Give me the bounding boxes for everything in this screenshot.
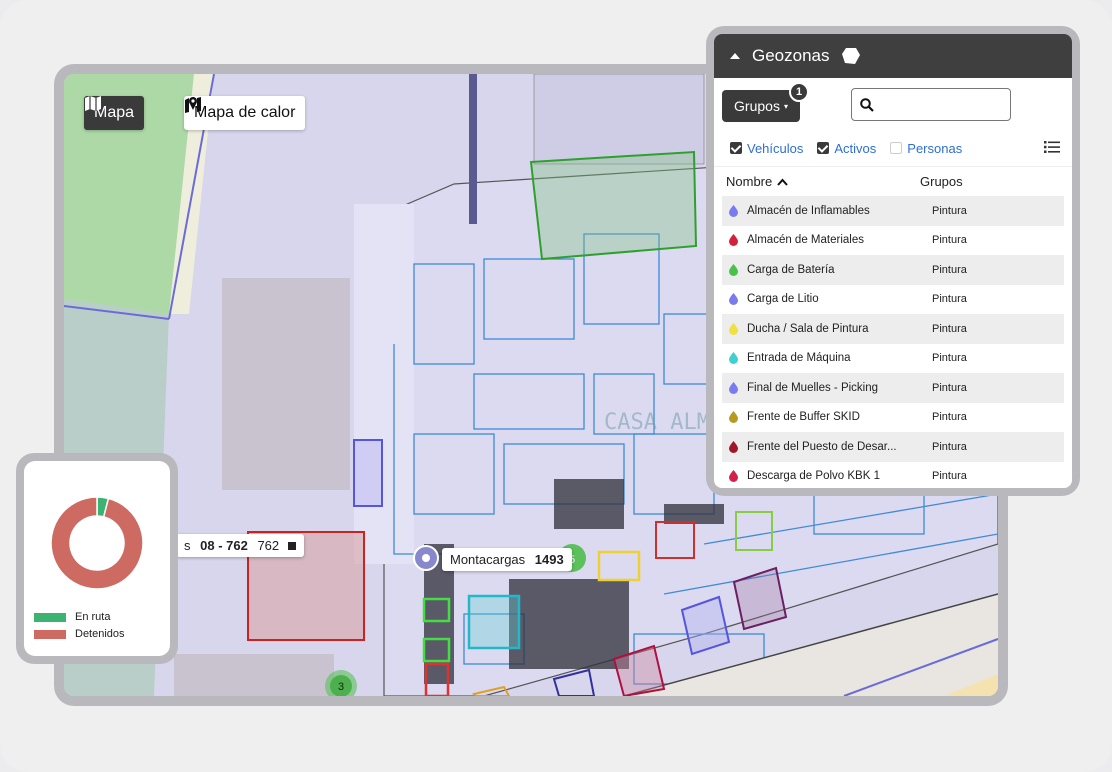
geozonas-window: Geozonas Grupos ▾ 1 Vehículos Activos Pe… xyxy=(706,26,1080,496)
list-view-icon[interactable] xyxy=(1044,140,1060,154)
checkbox-checked-icon[interactable] xyxy=(730,142,742,154)
map-marker-icon xyxy=(185,97,201,113)
cluster-count-3: 3 xyxy=(338,681,344,693)
geozone-drop-icon xyxy=(729,263,738,276)
geozone-drop-icon xyxy=(729,411,738,424)
geozone-group: Pintura xyxy=(932,234,967,247)
geozonas-header[interactable]: Geozonas xyxy=(714,34,1072,78)
geozone-name: Frente de Buffer SKID xyxy=(747,411,860,424)
column-header-nombre[interactable]: Nombre xyxy=(714,174,910,189)
geozone-drop-icon xyxy=(729,322,738,335)
column-header-grupos[interactable]: Grupos xyxy=(910,174,963,189)
legend-swatch-red xyxy=(34,629,66,639)
column-header-label: Grupos xyxy=(920,174,963,189)
geozone-group: Pintura xyxy=(932,263,967,276)
heatmap-view-label: Mapa de calor xyxy=(194,104,296,121)
geozone-drop-icon xyxy=(729,352,738,365)
donut-slice-detenidos[interactable] xyxy=(50,496,144,590)
geozone-group: Pintura xyxy=(932,293,967,306)
geozonas-list: Almacén de Inflamables Pintura Almacén de … xyxy=(714,196,1072,488)
filter-label: Personas xyxy=(907,140,963,156)
vehicle-label-name: 08 - 762 xyxy=(200,538,248,553)
legend-swatch-green xyxy=(34,612,66,622)
vehicle-label-prefix: s xyxy=(184,538,191,553)
collapse-caret-icon[interactable] xyxy=(730,53,740,59)
table-row[interactable]: Carga de Litio Pintura xyxy=(722,285,1064,315)
table-row[interactable]: Frente del Puesto de Desar... Pintura xyxy=(722,432,1064,462)
geozone-name: Almacén de Inflamables xyxy=(747,204,870,217)
geozone-drop-icon xyxy=(729,470,738,483)
geozone-name: Carga de Litio xyxy=(747,293,819,306)
legend-item-en-ruta: En ruta xyxy=(34,611,110,623)
table-row[interactable]: Ducha / Sala de Pintura Pintura xyxy=(722,314,1064,344)
table-row[interactable]: Frente de Buffer SKID Pintura xyxy=(722,403,1064,433)
checkbox-unchecked-icon[interactable] xyxy=(890,142,903,154)
geozone-group: Pintura xyxy=(932,470,967,483)
geozone-group: Pintura xyxy=(932,440,967,453)
geozone-group: Pintura xyxy=(932,352,967,365)
search-field[interactable] xyxy=(851,88,1011,121)
geozone-drop-icon xyxy=(729,381,738,394)
geozone-drop-icon xyxy=(729,204,738,217)
filter-label: Vehículos xyxy=(747,140,804,156)
geozone-drop-icon xyxy=(729,293,738,306)
geozonas-toolbar: Grupos ▾ 1 xyxy=(714,78,1072,130)
groups-dropdown-button[interactable]: Grupos ▾ xyxy=(722,90,800,122)
caret-down-icon: ▾ xyxy=(783,101,788,111)
vehicle-label-montacargas[interactable]: Montacargas 1493 xyxy=(442,548,572,571)
geozone-group: Pintura xyxy=(932,322,967,335)
checkbox-checked-icon[interactable] xyxy=(817,142,830,154)
status-chart-card: En ruta Detenidos xyxy=(16,453,178,664)
filter-activos[interactable]: Activos xyxy=(817,141,876,156)
geozone-name: Descarga de Polvo KBK 1 xyxy=(747,470,880,483)
table-row[interactable]: Almacén de Inflamables Pintura xyxy=(722,196,1064,226)
table-row[interactable]: Entrada de Máquina Pintura xyxy=(722,344,1064,374)
column-header-label: Nombre xyxy=(726,174,773,189)
table-row[interactable]: Almacén de Materiales Pintura xyxy=(722,226,1064,256)
sort-ascending-icon xyxy=(777,178,788,186)
table-row[interactable]: Descarga de Polvo KBK 1 Pintura xyxy=(722,462,1064,489)
groups-count-badge: 1 xyxy=(789,82,809,102)
geozonas-title: Geozonas xyxy=(752,46,830,65)
table-row[interactable]: Final de Muelles - Picking Pintura xyxy=(722,373,1064,403)
geozone-name: Ducha / Sala de Pintura xyxy=(747,322,869,335)
vehicle-square-icon xyxy=(287,542,296,550)
legend-item-detenidos: Detenidos xyxy=(34,628,125,640)
groups-button-label: Grupos xyxy=(734,98,780,114)
status-donut-chart xyxy=(50,496,144,590)
filter-vehiculos[interactable]: Vehículos xyxy=(730,141,803,156)
search-icon xyxy=(860,97,874,112)
geozone-name: Frente del Puesto de Desar... xyxy=(747,440,897,453)
geozone-drop-icon xyxy=(729,234,738,247)
heatmap-view-button[interactable]: Mapa de calor xyxy=(184,96,306,130)
table-row[interactable]: Carga de Batería Pintura xyxy=(722,255,1064,285)
map-icon xyxy=(85,96,101,111)
geozone-name: Final de Muelles - Picking xyxy=(747,381,879,394)
geozone-name: Entrada de Máquina xyxy=(747,352,851,365)
search-input[interactable] xyxy=(880,97,1005,112)
filter-personas[interactable]: Personas xyxy=(890,141,962,156)
geozonas-panel: Geozonas Grupos ▾ 1 Vehículos Activos Pe… xyxy=(714,34,1072,488)
vehicle-label-value: 762 xyxy=(257,538,280,553)
legend-label: Detenidos xyxy=(75,628,125,640)
geozonas-table-header: Nombre Grupos xyxy=(714,166,1072,196)
vehicle-label-762[interactable]: s 08 - 762 762 xyxy=(176,534,304,557)
geozone-group: Pintura xyxy=(932,381,967,394)
filter-label: Activos xyxy=(834,140,877,156)
legend-label: En ruta xyxy=(75,611,111,623)
status-chart-panel: En ruta Detenidos xyxy=(24,461,170,656)
vehicle-label-name: Montacargas xyxy=(450,552,526,567)
shape-polygon-icon xyxy=(841,48,860,64)
geozone-group: Pintura xyxy=(932,204,967,217)
map-view-button[interactable]: Mapa xyxy=(84,96,145,130)
vehicle-label-value: 1493 xyxy=(534,552,564,567)
geozone-name: Carga de Batería xyxy=(747,263,835,276)
geozone-name: Almacén de Materiales xyxy=(747,234,864,247)
geozone-group: Pintura xyxy=(932,411,967,424)
geozone-drop-icon xyxy=(729,440,738,453)
filter-row: Vehículos Activos Personas xyxy=(714,130,1072,166)
